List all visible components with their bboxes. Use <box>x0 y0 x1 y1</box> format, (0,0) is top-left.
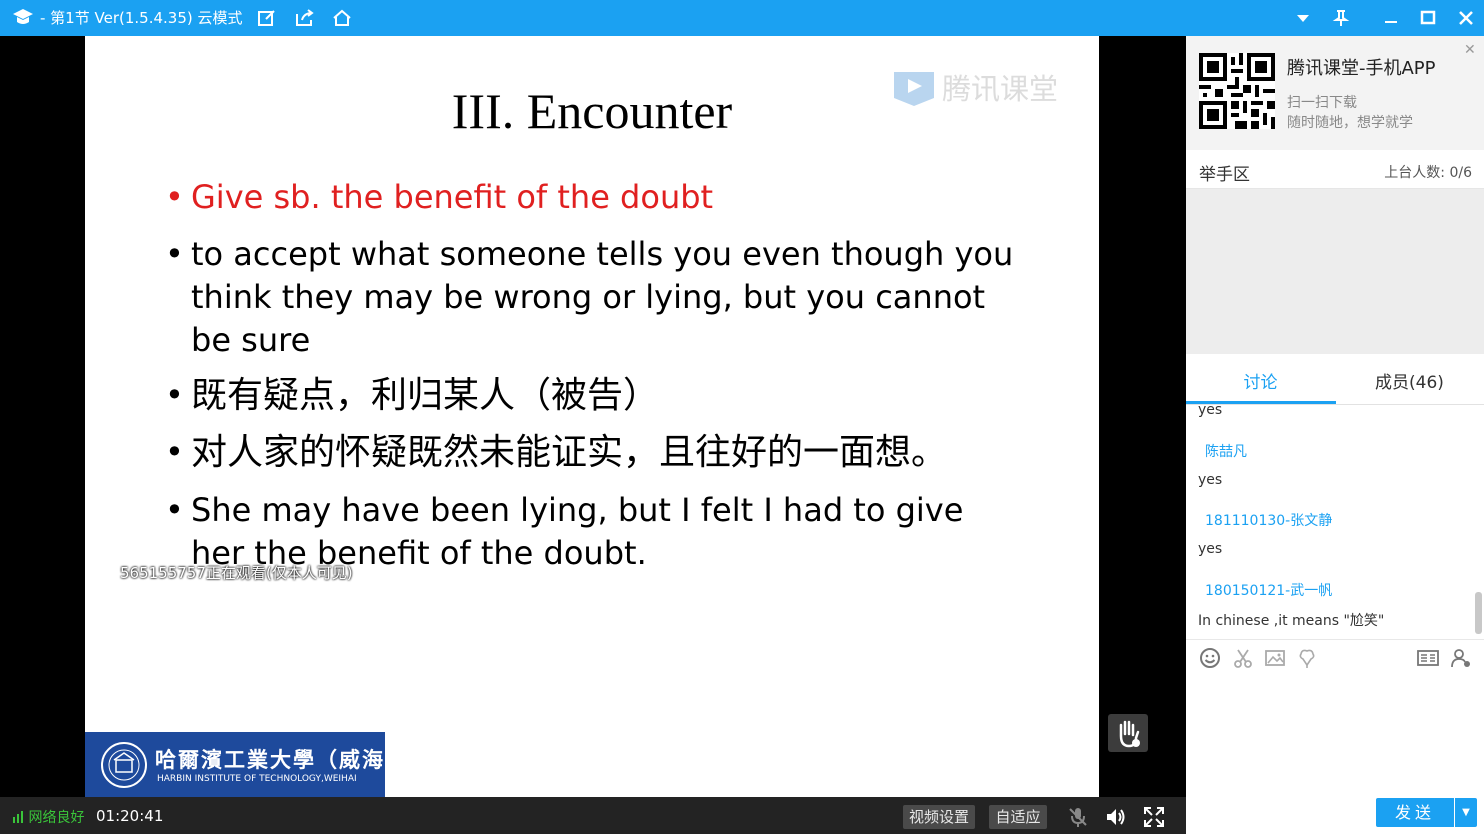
scissors-icon[interactable] <box>1232 647 1254 669</box>
flower-icon[interactable] <box>1296 647 1318 669</box>
share-icon[interactable] <box>295 8 315 28</box>
bullet-text: 既有疑点，利归某人（被告） <box>191 375 660 416</box>
window-title: - 第1节 Ver(1.5.4.35) 云模式 <box>40 9 243 27</box>
right-sidebar: 腾讯课堂-手机APP 扫一扫下载 随时随地，想学就学 ✕ 举手区 上台人数: 0… <box>1186 36 1484 834</box>
auto-fit-button[interactable]: 自适应 <box>989 805 1047 829</box>
message-sender[interactable]: 180150121-武一帆 <box>1205 580 1332 600</box>
bullet-2: • to accept what someone tells you even t… <box>165 233 1025 362</box>
raise-hand-area <box>1186 189 1484 354</box>
raise-hand-header: 举手区 上台人数: 0/6 <box>1186 150 1484 189</box>
message-text: yes <box>1198 541 1223 557</box>
title-bar: - 第1节 Ver(1.5.4.35) 云模式 <box>0 0 1484 36</box>
tab-discussion[interactable]: 讨论 <box>1186 368 1335 393</box>
bullet-4: • 对人家的怀疑既然未能证实，且往好的一面想。 <box>165 431 1025 474</box>
university-name-en: HARBIN INSTITUTE OF TECHNOLOGY,WEIHAI <box>157 774 357 784</box>
message-text: In chinese ,it means "尬笑" <box>1198 613 1385 629</box>
send-button[interactable]: 发送 <box>1376 798 1454 827</box>
speaker-icon[interactable] <box>1104 805 1128 829</box>
emoji-icon[interactable] <box>1199 647 1221 669</box>
university-emblem-icon <box>101 742 147 788</box>
close-icon[interactable] <box>1455 8 1477 28</box>
edit-icon[interactable] <box>257 8 277 28</box>
network-status: 网络良好 <box>12 807 84 827</box>
scan-text: 扫一扫下载 <box>1287 95 1357 111</box>
fullscreen-icon[interactable] <box>1142 805 1166 829</box>
raise-hand-label: 举手区 <box>1199 165 1250 185</box>
video-stage: 腾讯课堂 III. Encounter • Give sb. the benefi… <box>0 36 1186 797</box>
university-logo: 哈爾濱工業大學（威海） HARBIN INSTITUTE OF TECHNOLO… <box>85 732 406 797</box>
card-icon[interactable] <box>1417 647 1439 669</box>
bullet-text: 对人家的怀疑既然未能证实，且往好的一面想。 <box>191 432 948 473</box>
home-icon[interactable] <box>332 8 352 28</box>
dropdown-icon[interactable] <box>1292 8 1314 28</box>
chat-messages: yes 陈喆凡 yes 181110130-张文静 yes 180150121-… <box>1186 404 1484 636</box>
send-options-dropdown[interactable]: ▼ <box>1455 798 1477 827</box>
chat-input[interactable] <box>1186 676 1484 796</box>
network-status-text: 网络良好 <box>28 810 85 826</box>
message-text: yes <box>1198 404 1223 418</box>
minimize-icon[interactable] <box>1380 8 1402 28</box>
presentation-slide: 腾讯课堂 III. Encounter • Give sb. the benefi… <box>85 36 1099 797</box>
bullet-1: • Give sb. the benefit of the doubt <box>165 176 1025 219</box>
elapsed-time: 01:20:41 <box>96 807 164 825</box>
message-sender[interactable]: 181110130-张文静 <box>1205 510 1332 530</box>
stage-count: 上台人数: 0/6 <box>1384 165 1472 181</box>
chat-scrollbar[interactable] <box>1475 592 1482 634</box>
raise-hand-icon <box>1119 720 1140 748</box>
image-icon[interactable] <box>1264 647 1286 669</box>
chat-toolbar <box>1186 639 1484 677</box>
signal-icon <box>13 811 23 823</box>
message-sender[interactable]: 陈喆凡 <box>1205 441 1247 461</box>
close-panel-icon[interactable]: ✕ <box>1464 42 1476 58</box>
tencent-classroom-logo-icon <box>13 9 33 24</box>
university-name-cn: 哈爾濱工業大學（威海） <box>155 747 408 772</box>
qr-code-icon <box>1199 53 1275 129</box>
user-settings-icon[interactable] <box>1450 647 1472 669</box>
sidebar-tabs: 讨论 成员(46) <box>1186 354 1484 405</box>
pin-icon[interactable] <box>1330 8 1352 28</box>
message-text: yes <box>1198 472 1223 488</box>
video-settings-button[interactable]: 视频设置 <box>903 805 975 829</box>
bullet-3: • 既有疑点，利归某人（被告） <box>165 374 1025 417</box>
microphone-muted-icon[interactable] <box>1066 805 1090 829</box>
slide-title: III. Encounter <box>451 83 733 139</box>
viewer-notice: 565155757正在观看(仅本人可见) <box>120 564 353 582</box>
app-download-panel: 腾讯课堂-手机APP 扫一扫下载 随时随地，想学就学 ✕ <box>1186 36 1484 150</box>
tab-members[interactable]: 成员(46) <box>1335 368 1484 393</box>
maximize-icon[interactable] <box>1417 8 1439 28</box>
bullet-text: Give sb. the benefit of the doubt <box>191 178 714 216</box>
app-title: 腾讯课堂-手机APP <box>1287 58 1436 79</box>
video-control-bar: 网络良好 01:20:41 视频设置 自适应 <box>0 797 1186 834</box>
bullet-text: to accept what someone tells you even th… <box>191 235 1014 359</box>
raise-hand-button[interactable] <box>1108 714 1148 752</box>
slogan-text: 随时随地，想学就学 <box>1287 115 1413 131</box>
